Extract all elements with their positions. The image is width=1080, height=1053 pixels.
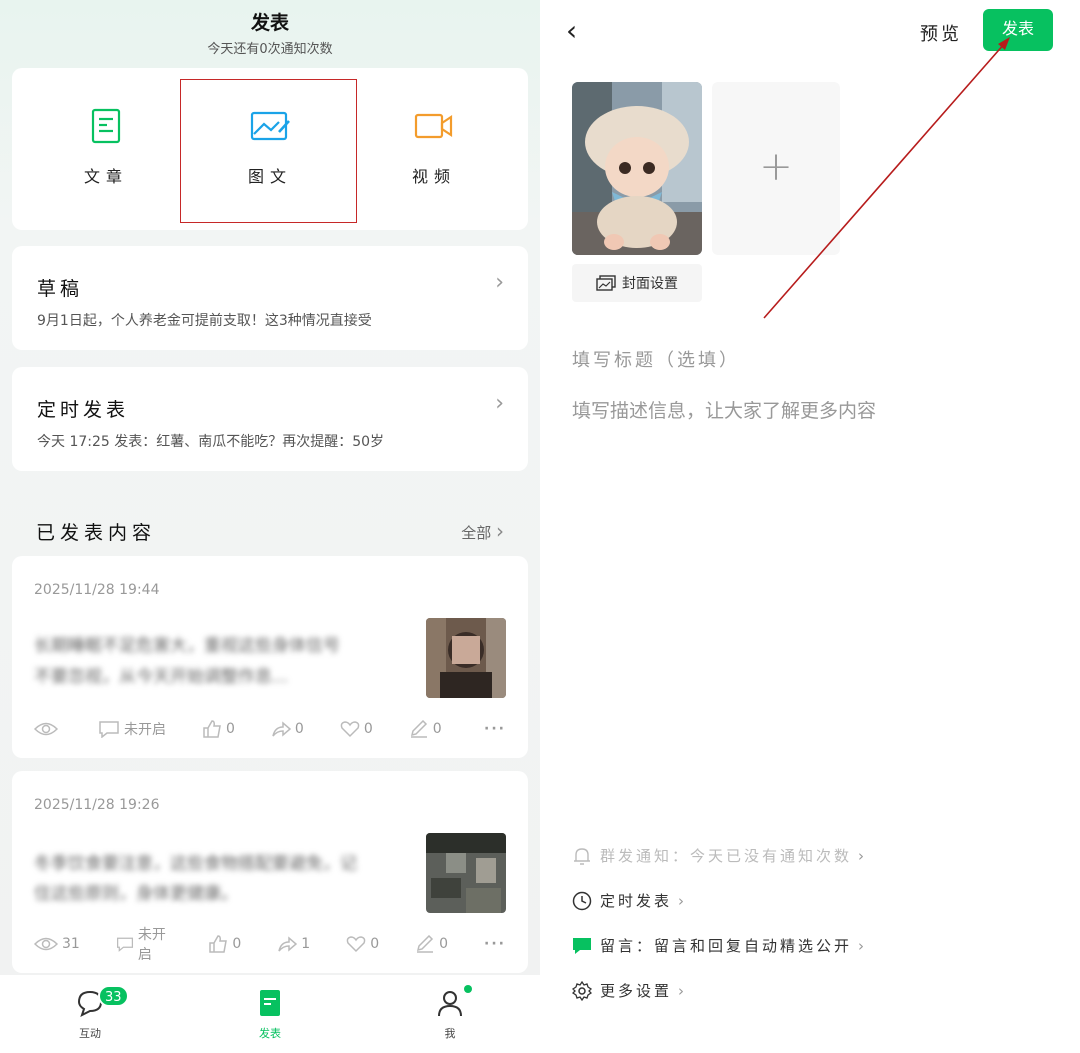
type-article-label: 文章 <box>83 167 128 186</box>
cover-settings-button[interactable]: 封面设置 <box>572 264 702 302</box>
post-thumbnail <box>426 833 506 913</box>
comments-stat: 未开启 <box>116 924 191 964</box>
page-title: 发表 <box>250 12 289 34</box>
eye-icon <box>34 722 58 736</box>
thumbs-up-icon <box>209 935 228 953</box>
share-icon <box>278 936 298 952</box>
notification-count-text: 今天还有0次通知次数 <box>207 42 333 57</box>
likes-stat: 0 <box>208 935 259 953</box>
comment-icon <box>116 937 133 952</box>
post-title-line: 住这些原则，身体更健康。 <box>34 884 238 904</box>
published-post[interactable]: 2025/11/28 19:44 长期睡眠不足危害大，重视这些身体信号 不要忽视… <box>12 556 528 758</box>
tab-interact[interactable]: 33 互动 <box>0 975 180 1053</box>
tab-publish[interactable]: 发表 <box>180 975 360 1053</box>
cover-settings-label: 封面设置 <box>622 276 678 292</box>
scheduled-title: 定时发表 <box>37 399 130 421</box>
more-settings[interactable]: 更多设置 › <box>572 980 687 1001</box>
doll-photo <box>572 82 702 255</box>
more-options-icon[interactable]: ··· <box>484 721 506 737</box>
bell-icon <box>574 847 590 865</box>
edits-stat: 0 <box>409 720 460 738</box>
clock-icon <box>572 891 592 910</box>
more-options-icon[interactable]: ··· <box>484 936 506 952</box>
image-icon <box>596 275 616 291</box>
back-arrow-icon[interactable]: ‹ <box>566 14 577 47</box>
post-stats: 未开启 0 0 0 0 ··· <box>34 718 506 740</box>
publish-doc-icon <box>260 990 280 1016</box>
comment-icon <box>573 937 591 954</box>
edits-stat: 0 <box>415 935 466 953</box>
scheduled-publish-setting[interactable]: 定时发表 › <box>572 890 687 911</box>
chevron-right-icon: › <box>495 270 504 295</box>
thumbs-up-icon <box>203 720 221 738</box>
article-icon <box>91 108 121 144</box>
preview-button[interactable]: 预览 <box>920 20 962 46</box>
pen-icon <box>410 720 427 738</box>
comments-stat: 未开启 <box>98 719 184 739</box>
shares-stat: 1 <box>277 935 328 953</box>
post-title-line: 冬季饮食要注意，这些食物搭配要避免，记 <box>34 854 357 874</box>
add-image-button[interactable]: + <box>712 82 840 255</box>
chevron-right-icon: › <box>858 846 868 865</box>
post-thumbnail <box>426 618 506 698</box>
type-article-button[interactable]: 文章 <box>20 68 192 230</box>
chevron-right-icon: › <box>678 981 688 1000</box>
notification-dot <box>464 985 472 993</box>
bottom-tab-bar: 33 互动 发表 我 <box>0 975 540 1053</box>
publish-button[interactable]: 发表 <box>983 9 1053 51</box>
person-icon <box>438 991 462 1017</box>
description-input[interactable]: 填写描述信息，让大家了解更多内容 <box>572 396 876 423</box>
title-input[interactable]: 填写标题（选填） <box>572 346 740 372</box>
heart-icon <box>340 721 360 738</box>
post-title-line: 长期睡眠不足危害大，重视这些身体信号 <box>34 636 340 656</box>
share-icon <box>272 721 291 737</box>
video-icon <box>414 113 453 139</box>
post-stats: 31 未开启 0 1 0 0 ··· <box>34 927 506 963</box>
drafts-row[interactable]: 草稿 9月1日起，个人养老金可提前支取！这3种情况直接受 › <box>12 246 528 350</box>
uploaded-image[interactable] <box>572 82 702 255</box>
favorites-stat: 0 <box>340 720 391 738</box>
chevron-right-icon: › <box>496 519 504 543</box>
view-all-link[interactable]: 全部 › <box>461 519 504 543</box>
tab-me[interactable]: 我 <box>360 975 540 1053</box>
heart-icon <box>346 936 366 953</box>
tab-interact-label: 互动 <box>79 1027 101 1040</box>
published-post[interactable]: 2025/11/28 19:26 冬季饮食要注意，这些食物搭配要避免，记 住这些… <box>12 771 528 973</box>
post-date: 2025/11/28 19:44 <box>34 582 160 598</box>
likes-stat: 0 <box>202 720 253 738</box>
post-date: 2025/11/28 19:26 <box>34 797 160 813</box>
publish-panel: 发表 今天还有0次通知次数 文章 图文 视频 草稿 9月1日起，个人养老金可提前… <box>0 0 540 1053</box>
scheduled-row[interactable]: 定时发表 今天 17:25 发表：红薯、南瓜不能吃？再次提醒：50岁 › <box>12 367 528 471</box>
group-notify-setting[interactable]: 群发通知：今天已没有通知次数 › <box>572 845 867 866</box>
gear-icon <box>572 980 592 1001</box>
drafts-title: 草稿 <box>37 278 84 300</box>
shares-stat: 0 <box>271 720 322 738</box>
published-section-title: 已发表内容 <box>36 522 157 544</box>
unread-badge: 33 <box>98 985 129 1007</box>
views-stat: 31 <box>34 936 98 952</box>
comment-icon <box>99 721 119 738</box>
pen-icon <box>417 935 434 953</box>
post-title-line: 不要忽视，从今天开始调整作息... <box>34 667 289 687</box>
type-video-button[interactable]: 视频 <box>348 68 520 230</box>
highlight-box <box>180 79 357 223</box>
tab-publish-label: 发表 <box>259 1027 281 1040</box>
views-stat <box>34 721 80 737</box>
eye-icon <box>34 937 58 951</box>
editor-panel: ‹ 预览 发表 + 封面设置 填写标题（选填） 填写描述信息，让大家了解更多内容… <box>540 0 1080 1053</box>
chevron-right-icon: › <box>678 891 688 910</box>
screenshot-root: 发表 今天还有0次通知次数 文章 图文 视频 草稿 9月1日起，个人养老金可提前… <box>0 0 1080 1053</box>
type-video-label: 视频 <box>411 167 456 186</box>
view-all-label: 全部 <box>461 524 492 542</box>
chevron-right-icon: › <box>858 936 868 955</box>
favorites-stat: 0 <box>346 935 397 953</box>
scheduled-subtitle: 今天 17:25 发表：红薯、南瓜不能吃？再次提醒：50岁 <box>37 434 385 450</box>
chevron-right-icon: › <box>495 391 504 416</box>
drafts-subtitle: 9月1日起，个人养老金可提前支取！这3种情况直接受 <box>37 313 372 329</box>
tab-me-label: 我 <box>444 1027 456 1040</box>
comment-setting[interactable]: 留言：留言和回复自动精选公开 › <box>572 935 867 956</box>
